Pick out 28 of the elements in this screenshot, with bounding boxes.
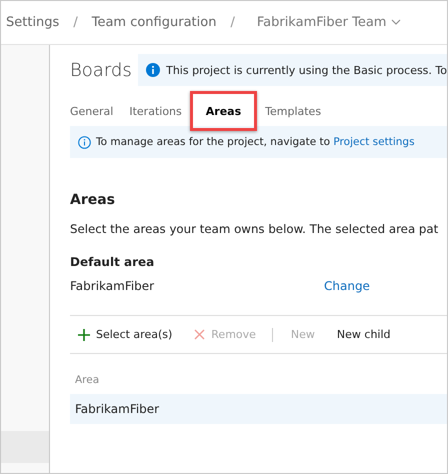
- project-settings-link[interactable]: Project settings: [333, 136, 415, 148]
- page-title: Boards: [70, 60, 133, 80]
- breadcrumb-link[interactable]: Team configuration: [92, 15, 216, 30]
- toolbar-button[interactable]: New child: [336, 328, 391, 341]
- info-icon: [146, 63, 160, 77]
- sidebar-item[interactable]: [1, 431, 49, 463]
- change-link[interactable]: Change: [324, 279, 370, 293]
- breadcrumb-separator: /: [73, 15, 78, 30]
- info-text: To manage areas for the project, navigate to Project settings: [96, 136, 415, 148]
- tab[interactable]: Iterations: [121, 96, 190, 126]
- toolbar-separator: [272, 328, 273, 342]
- close-icon: [194, 329, 206, 340]
- default-area-value: FabrikamFiber: [70, 279, 156, 293]
- select-areas-button[interactable]: Select area(s): [78, 328, 172, 341]
- tab[interactable]: Templates: [257, 96, 330, 126]
- info-icon: [78, 136, 91, 148]
- breadcrumb-link[interactable]: Settings: [6, 15, 60, 30]
- breadcrumb-separator: /: [230, 15, 235, 30]
- default-area-label: Default area: [70, 255, 156, 269]
- tab[interactable]: Areas: [190, 91, 258, 131]
- tab[interactable]: General: [70, 96, 122, 126]
- table-row[interactable]: FabrikamFiber: [70, 394, 447, 424]
- banner-text: This project is currently using the Basic process. To: [166, 64, 447, 76]
- breadcrumb-link[interactable]: FabrikamFiber Team: [256, 15, 402, 30]
- section-description: Select the areas your team owns below. The selected area pat: [70, 222, 440, 236]
- column-header: Area: [74, 374, 100, 388]
- section-title: Areas: [70, 192, 116, 208]
- plus-icon: [78, 328, 90, 340]
